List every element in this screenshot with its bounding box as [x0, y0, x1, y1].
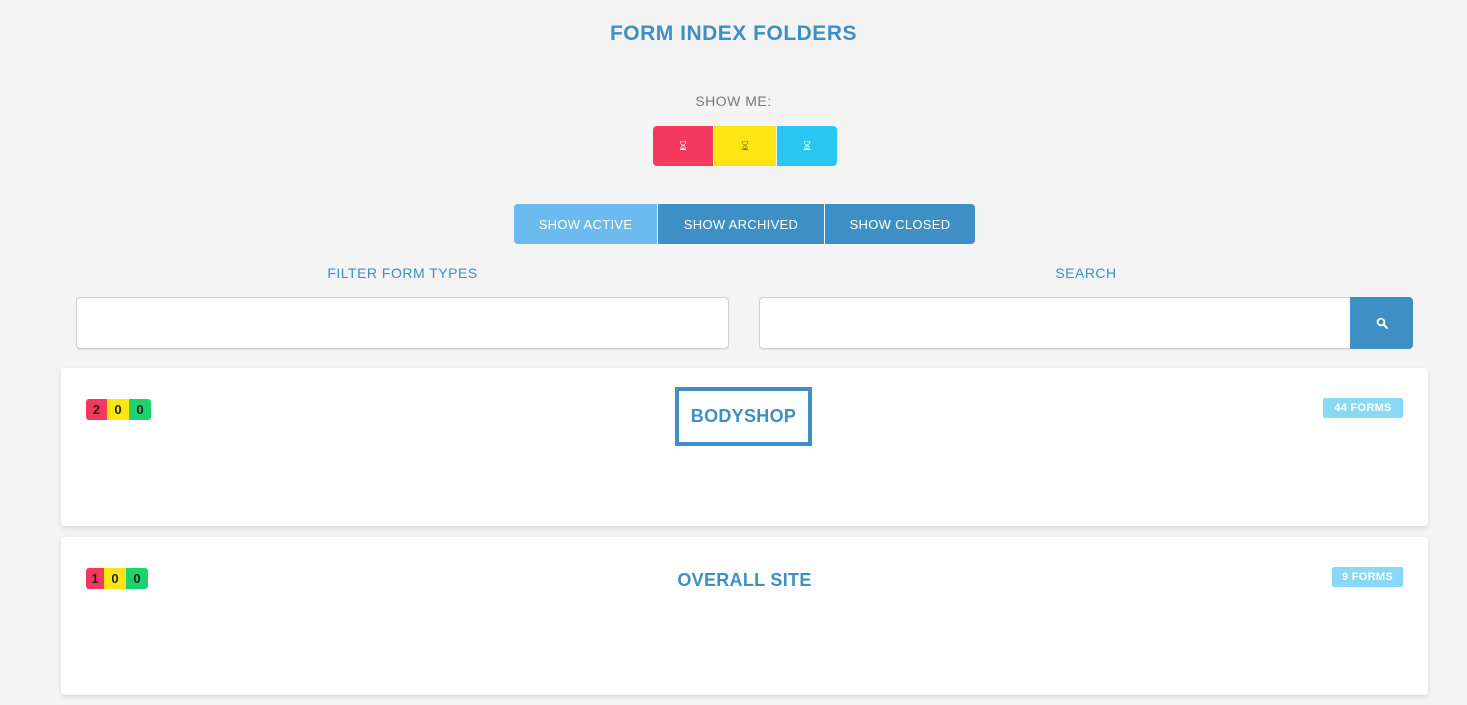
view-filter-group: SHOW ACTIVE SHOW ARCHIVED SHOW CLOSED	[514, 204, 975, 244]
hourglass-icon: ⏳︎	[803, 139, 811, 153]
folder-name: BODYSHOP	[675, 387, 812, 446]
hourglass-icon: ⏳︎	[741, 139, 749, 153]
complete-count: 0	[129, 399, 151, 420]
hourglass-icon: ⏳︎	[679, 139, 687, 153]
search-button[interactable]	[1350, 297, 1413, 349]
search-label: SEARCH	[1055, 265, 1117, 281]
due-soon-filter-button[interactable]: ⏳︎	[714, 126, 776, 166]
search-icon	[1376, 317, 1388, 329]
forms-count-badge: 9 FORMS	[1332, 567, 1403, 587]
folder-card-overall-site[interactable]: 1 0 0 OVERALL SITE 9 FORMS	[61, 537, 1428, 695]
overdue-filter-button[interactable]: ⏳︎	[653, 126, 713, 166]
filter-form-types-label: FILTER FORM TYPES	[327, 265, 478, 281]
status-counts: 2 0 0	[86, 399, 151, 420]
forms-count-badge: 44 FORMS	[1323, 398, 1403, 418]
due-soon-count: 0	[107, 399, 129, 420]
page-title: FORM INDEX FOLDERS	[609, 22, 857, 45]
show-closed-button[interactable]: SHOW CLOSED	[825, 204, 975, 244]
show-active-button[interactable]: SHOW ACTIVE	[514, 204, 657, 244]
status-filter-group: ⏳︎ ⏳︎ ⏳︎	[653, 126, 837, 166]
upcoming-filter-button[interactable]: ⏳︎	[777, 126, 837, 166]
show-archived-button[interactable]: SHOW ARCHIVED	[658, 204, 824, 244]
folder-card-bodyshop[interactable]: 2 0 0 BODYSHOP 44 FORMS	[61, 368, 1428, 526]
filter-form-types-input[interactable]	[76, 297, 729, 349]
folder-name: OVERALL SITE	[677, 570, 812, 590]
show-me-label: SHOW ME:	[695, 93, 772, 109]
overdue-count: 2	[86, 399, 107, 420]
page: FORM INDEX FOLDERS SHOW ME: ⏳︎ ⏳︎ ⏳︎ SHO…	[0, 0, 1467, 705]
search-input[interactable]	[759, 297, 1351, 349]
